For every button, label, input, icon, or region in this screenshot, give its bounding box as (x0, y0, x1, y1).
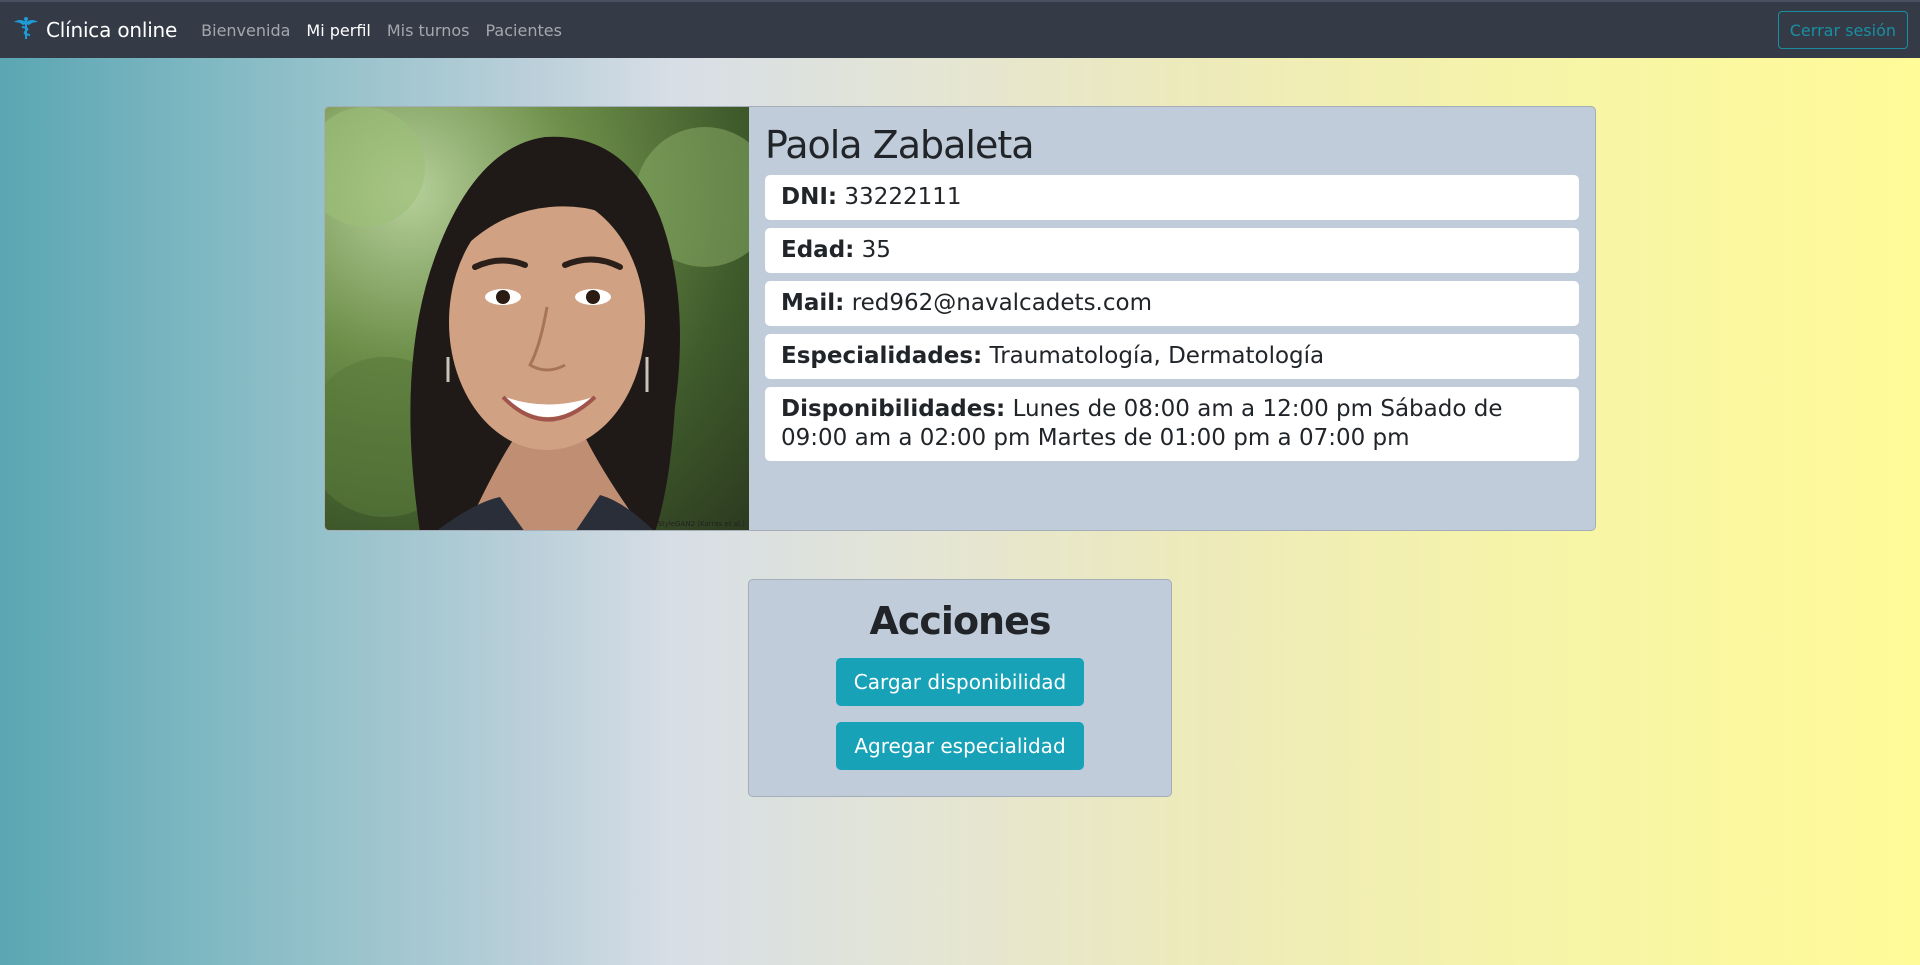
photo-credit: StyleGAN2 (Karras et al.) (657, 520, 745, 528)
dni-label: DNI: (781, 184, 838, 210)
profile-card: StyleGAN2 (Karras et al.) Paola Zabaleta… (324, 106, 1596, 531)
brand-link[interactable]: Clínica online (12, 16, 177, 44)
disponibilidades-label: Disponibilidades: (781, 396, 1006, 422)
actions-title: Acciones (869, 599, 1051, 643)
edad-label: Edad: (781, 237, 855, 263)
logout-button[interactable]: Cerrar sesión (1777, 11, 1908, 49)
profile-photo: StyleGAN2 (Karras et al.) (325, 107, 749, 530)
brand-title: Clínica online (46, 18, 178, 42)
info-edad: Edad: 35 (765, 228, 1579, 273)
profile-name: Paola Zabaleta (765, 123, 1035, 167)
agregar-especialidad-button[interactable]: Agregar especialidad (836, 722, 1084, 770)
nav-link-pacientes[interactable]: Pacientes (486, 21, 562, 40)
info-disponibilidades: Disponibilidades: Lunes de 08:00 am a 12… (765, 387, 1579, 461)
cargar-disponibilidad-button[interactable]: Cargar disponibilidad (835, 658, 1085, 706)
especialidades-label: Especialidades: (781, 343, 983, 369)
top-navbar: Clínica online Bienvenida Mi perfil Mis … (0, 0, 1920, 58)
caduceus-icon (12, 16, 40, 44)
info-dni: DNI: 33222111 (765, 175, 1579, 220)
edad-value: 35 (861, 237, 891, 263)
nav-link-mis-turnos[interactable]: Mis turnos (387, 21, 470, 40)
nav-links: Bienvenida Mi perfil Mis turnos Paciente… (201, 21, 562, 40)
info-especialidades: Especialidades: Traumatología, Dermatolo… (765, 334, 1579, 379)
actions-card: Acciones Cargar disponibilidad Agregar e… (748, 579, 1172, 797)
nav-link-bienvenida[interactable]: Bienvenida (201, 21, 290, 40)
mail-value: red962@navalcadets.com (851, 290, 1152, 316)
profile-info: Paola Zabaleta DNI: 33222111 Edad: 35 Ma… (749, 107, 1595, 530)
mail-label: Mail: (781, 290, 845, 316)
dni-value: 33222111 (844, 184, 962, 210)
especialidades-value: Traumatología, Dermatología (989, 343, 1325, 369)
nav-link-mi-perfil[interactable]: Mi perfil (306, 21, 370, 40)
info-mail: Mail: red962@navalcadets.com (765, 281, 1579, 326)
